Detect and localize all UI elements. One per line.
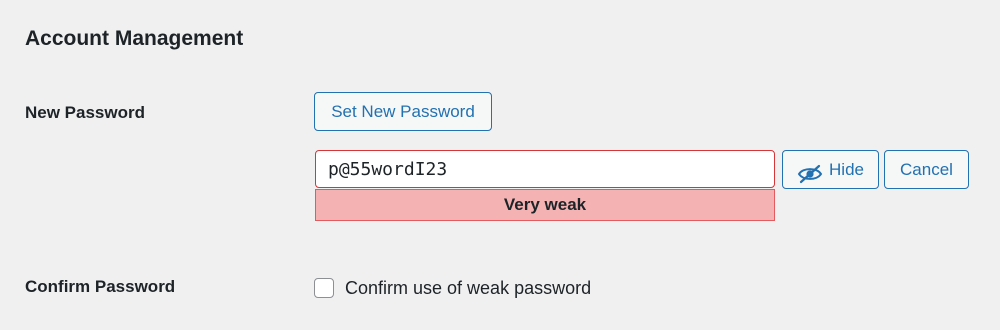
account-management-section: Account Management New Password Set New … — [0, 0, 1000, 330]
set-new-password-button[interactable]: Set New Password — [314, 92, 492, 131]
password-input[interactable] — [315, 150, 775, 188]
new-password-label: New Password — [25, 103, 145, 122]
confirm-weak-password-checkbox[interactable] — [314, 278, 334, 298]
section-title: Account Management — [25, 27, 244, 50]
hide-button-label: Hide — [829, 160, 864, 179]
hide-password-button[interactable]: Hide — [782, 150, 879, 189]
eye-slash-icon — [797, 160, 823, 183]
confirm-weak-password-option[interactable]: Confirm use of weak password — [314, 277, 591, 299]
cancel-button[interactable]: Cancel — [884, 150, 969, 189]
confirm-weak-password-label: Confirm use of weak password — [345, 278, 592, 298]
confirm-password-label: Confirm Password — [25, 277, 176, 296]
password-strength-indicator: Very weak — [315, 189, 775, 221]
